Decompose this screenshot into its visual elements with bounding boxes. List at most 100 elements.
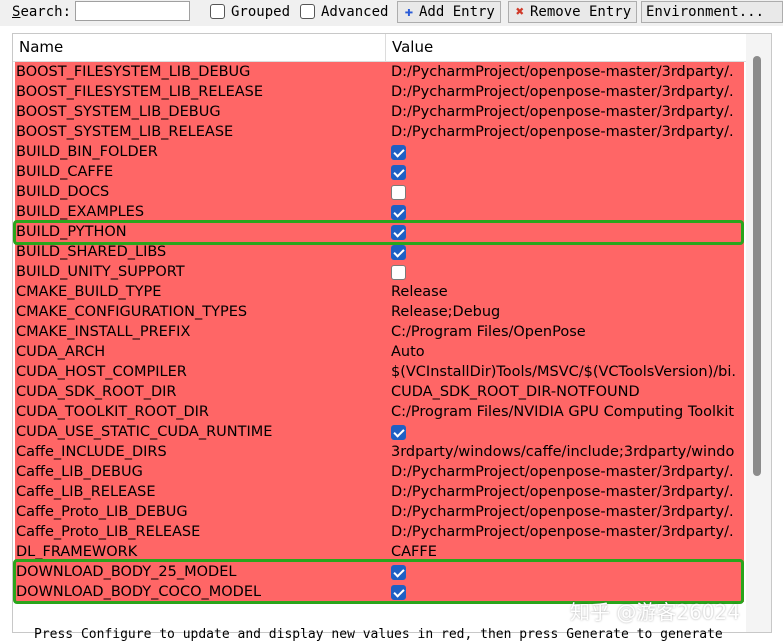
row-name: CUDA_TOOLKIT_ROOT_DIR: [16, 404, 209, 420]
add-icon: ✚: [404, 4, 414, 20]
row-name: BUILD_BIN_FOLDER: [16, 144, 158, 160]
row-name: CMAKE_INSTALL_PREFIX: [16, 324, 191, 340]
row-value[interactable]: $(VCInstallDir)Tools/MSVC/$(VCToolsVersi…: [391, 362, 744, 382]
grouped-checkbox[interactable]: [210, 4, 225, 19]
table-row[interactable]: Caffe_Proto_LIB_DEBUG D:/PycharmProject/o…: [15, 502, 744, 522]
row-value[interactable]: Auto: [391, 342, 744, 362]
row-name: BOOST_SYSTEM_LIB_RELEASE: [16, 124, 234, 140]
table-row[interactable]: BOOST_FILESYSTEM_LIB_RELEASE D:/PycharmPr…: [15, 82, 744, 102]
row-name: BOOST_FILESYSTEM_LIB_DEBUG: [16, 64, 251, 80]
row-value-checkbox[interactable]: [391, 245, 406, 260]
advanced-label: Advanced: [321, 4, 389, 20]
table-row[interactable]: CUDA_USE_STATIC_CUDA_RUNTIME: [15, 422, 744, 442]
row-name: DOWNLOAD_BODY_25_MODEL: [16, 564, 237, 580]
watermark: 知乎 @游客26024: [570, 600, 740, 624]
table-row[interactable]: CMAKE_INSTALL_PREFIX C:/Program Files/Ope…: [15, 322, 744, 342]
row-value[interactable]: D:/PycharmProject/openpose-master/3rdpar…: [391, 62, 744, 82]
row-name: Caffe_Proto_LIB_RELEASE: [16, 524, 201, 540]
table-row[interactable]: CUDA_SDK_ROOT_DIR CUDA_SDK_ROOT_DIR-NOTFO…: [15, 382, 744, 402]
table-row[interactable]: CUDA_TOOLKIT_ROOT_DIR C:/Program Files/NV…: [15, 402, 744, 422]
row-name: Caffe_LIB_DEBUG: [16, 464, 143, 480]
row-name: BOOST_FILESYSTEM_LIB_RELEASE: [16, 84, 264, 100]
row-name: BUILD_EXAMPLES: [16, 204, 145, 220]
row-value[interactable]: D:/PycharmProject/openpose-master/3rdpar…: [391, 122, 744, 142]
add-entry-button[interactable]: ✚ Add Entry: [397, 1, 501, 23]
row-name: BUILD_CAFFE: [16, 164, 114, 180]
column-header-value[interactable]: Value: [386, 34, 752, 61]
table-row[interactable]: CUDA_HOST_COMPILER $(VCInstallDir)Tools/M…: [15, 362, 744, 382]
row-value[interactable]: D:/PycharmProject/openpose-master/3rdpar…: [391, 82, 744, 102]
table-row[interactable]: CMAKE_BUILD_TYPE Release: [15, 282, 744, 302]
row-value[interactable]: D:/PycharmProject/openpose-master/3rdpar…: [391, 502, 744, 522]
table-row[interactable]: CUDA_ARCH Auto: [15, 342, 744, 362]
row-value[interactable]: Release;Debug: [391, 302, 744, 322]
row-name: BOOST_SYSTEM_LIB_DEBUG: [16, 104, 221, 120]
table-rows: BOOST_FILESYSTEM_LIB_DEBUG D:/PycharmProj…: [15, 62, 744, 602]
table-row[interactable]: BUILD_DOCS: [15, 182, 744, 202]
table-row[interactable]: BUILD_PYTHON: [15, 222, 744, 242]
environment-label: Environment...: [646, 4, 765, 20]
row-name: DOWNLOAD_BODY_COCO_MODEL: [16, 584, 262, 600]
row-value-checkbox[interactable]: [391, 165, 406, 180]
table-row[interactable]: Caffe_LIB_DEBUG D:/PycharmProject/openpos…: [15, 462, 744, 482]
table-row[interactable]: BUILD_BIN_FOLDER: [15, 142, 744, 162]
row-value[interactable]: D:/PycharmProject/openpose-master/3rdpar…: [391, 102, 744, 122]
row-value[interactable]: D:/PycharmProject/openpose-master/3rdpar…: [391, 482, 744, 502]
table-row[interactable]: BUILD_SHARED_LIBS: [15, 242, 744, 262]
row-value-checkbox[interactable]: [391, 185, 406, 200]
row-name: DL_FRAMEWORK: [16, 544, 138, 560]
row-value[interactable]: CAFFE: [391, 542, 744, 562]
row-name: Caffe_INCLUDE_DIRS: [16, 444, 167, 460]
row-name: CMAKE_CONFIGURATION_TYPES: [16, 304, 248, 320]
row-value-checkbox[interactable]: [391, 225, 406, 240]
row-value-checkbox[interactable]: [391, 425, 406, 440]
row-name: CMAKE_BUILD_TYPE: [16, 284, 162, 300]
add-entry-label: Add Entry: [419, 4, 495, 20]
row-name: BUILD_DOCS: [16, 184, 110, 200]
row-value[interactable]: C:/Program Files/OpenPose: [391, 322, 744, 342]
row-value-checkbox[interactable]: [391, 145, 406, 160]
table-row[interactable]: BOOST_FILESYSTEM_LIB_DEBUG D:/PycharmProj…: [15, 62, 744, 82]
row-name: CUDA_USE_STATIC_CUDA_RUNTIME: [16, 424, 273, 440]
toolbar: Search: Grouped Advanced ✚ Add Entry ✖ Rem…: [0, 0, 783, 26]
table-row[interactable]: BOOST_SYSTEM_LIB_DEBUG D:/PycharmProject/…: [15, 102, 744, 122]
row-value-checkbox[interactable]: [391, 205, 406, 220]
search-input[interactable]: [75, 1, 190, 21]
remove-icon: ✖: [515, 4, 525, 20]
advanced-checkbox[interactable]: [300, 4, 315, 19]
table-row[interactable]: Caffe_Proto_LIB_RELEASE D:/PycharmProject…: [15, 522, 744, 542]
table-row[interactable]: CMAKE_CONFIGURATION_TYPES Release;Debug: [15, 302, 744, 322]
row-value[interactable]: 3rdparty/windows/caffe/include;3rdparty/…: [391, 442, 744, 462]
table-row[interactable]: BOOST_SYSTEM_LIB_RELEASE D:/PycharmProjec…: [15, 122, 744, 142]
row-value[interactable]: Release: [391, 282, 744, 302]
grouped-label: Grouped: [231, 4, 291, 20]
row-value[interactable]: C:/Program Files/NVIDIA GPU Computing To…: [391, 402, 744, 422]
table-row[interactable]: BUILD_UNITY_SUPPORT: [15, 262, 744, 282]
row-value-checkbox[interactable]: [391, 585, 406, 600]
row-value-checkbox[interactable]: [391, 565, 406, 580]
column-header-name[interactable]: Name: [13, 34, 386, 61]
remove-entry-button[interactable]: ✖ Remove Entry: [508, 1, 638, 23]
status-text: Press Configure to update and display ne…: [34, 628, 723, 642]
vertical-scrollbar[interactable]: [746, 34, 771, 632]
table-row[interactable]: BUILD_EXAMPLES: [15, 202, 744, 222]
row-value[interactable]: CUDA_SDK_ROOT_DIR-NOTFOUND: [391, 382, 744, 402]
row-value[interactable]: D:/PycharmProject/openpose-master/3rdpar…: [391, 522, 744, 542]
table-row[interactable]: BUILD_CAFFE: [15, 162, 744, 182]
row-name: Caffe_Proto_LIB_DEBUG: [16, 504, 188, 520]
table-row[interactable]: DOWNLOAD_BODY_25_MODEL: [15, 562, 744, 582]
row-name: CUDA_HOST_COMPILER: [16, 364, 187, 380]
table-row[interactable]: DL_FRAMEWORK CAFFE: [15, 542, 744, 562]
environment-button[interactable]: Environment...: [641, 1, 783, 23]
row-value-checkbox[interactable]: [391, 265, 406, 280]
row-name: BUILD_SHARED_LIBS: [16, 244, 167, 260]
row-name: BUILD_UNITY_SUPPORT: [16, 264, 185, 280]
scrollbar-thumb[interactable]: [753, 56, 761, 476]
table-row[interactable]: Caffe_INCLUDE_DIRS 3rdparty/windows/caffe…: [15, 442, 744, 462]
search-label-text: earch:: [20, 4, 72, 20]
remove-entry-label: Remove Entry: [530, 4, 632, 20]
row-name: Caffe_LIB_RELEASE: [16, 484, 156, 500]
row-value[interactable]: D:/PycharmProject/openpose-master/3rdpar…: [391, 462, 744, 482]
table-row[interactable]: Caffe_LIB_RELEASE D:/PycharmProject/openp…: [15, 482, 744, 502]
row-name: CUDA_SDK_ROOT_DIR: [16, 384, 177, 400]
